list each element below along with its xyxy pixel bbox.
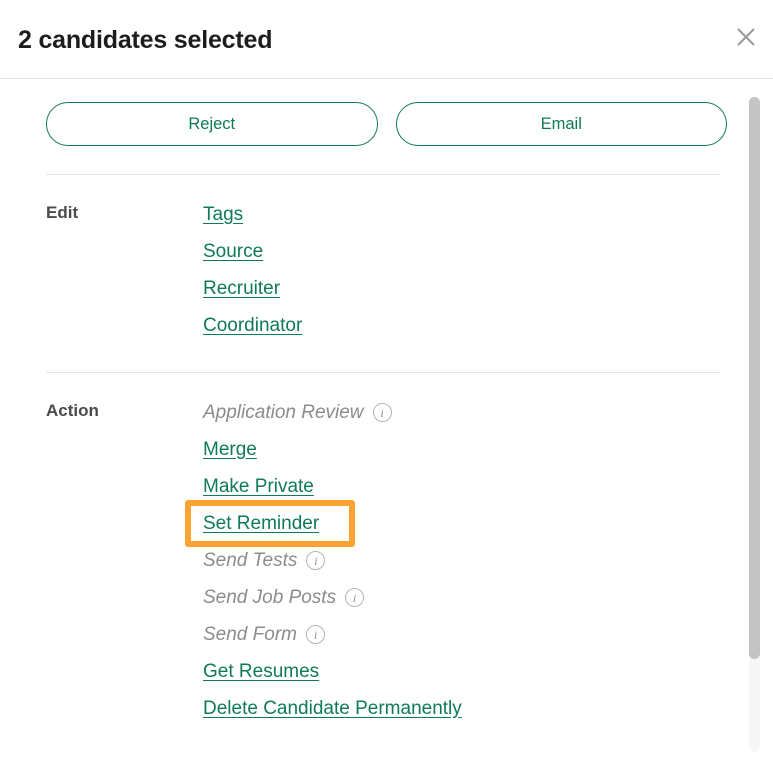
list-item[interactable]: Delete Candidate Permanently bbox=[203, 690, 727, 727]
panel-header: 2 candidates selected bbox=[0, 0, 773, 79]
section-edit: Edit Tags Source Recruiter Coordinator bbox=[0, 175, 773, 344]
action-item-set-reminder[interactable]: Set Reminder bbox=[203, 512, 319, 536]
section-action: Action Application Review i Merge Make P… bbox=[0, 373, 773, 727]
email-button[interactable]: Email bbox=[395, 102, 727, 146]
list-item[interactable]: Source bbox=[203, 233, 727, 270]
edit-item-recruiter[interactable]: Recruiter bbox=[203, 277, 280, 301]
action-item-application-review: Application Review bbox=[203, 401, 364, 423]
list-item[interactable]: Merge bbox=[203, 431, 727, 468]
info-icon[interactable]: i bbox=[345, 588, 365, 607]
list-item: Send Tests i bbox=[203, 542, 727, 579]
list-item: Send Form i bbox=[203, 616, 727, 653]
action-item-send-tests: Send Tests bbox=[203, 549, 298, 571]
action-item-send-job-posts: Send Job Posts bbox=[203, 586, 337, 608]
list-item[interactable]: Tags bbox=[203, 196, 727, 233]
action-item-send-form: Send Form bbox=[203, 623, 297, 645]
section-items-action: Application Review i Merge Make Private … bbox=[185, 373, 727, 727]
list-item[interactable]: Recruiter bbox=[203, 270, 727, 307]
scrollbar-thumb[interactable] bbox=[749, 97, 760, 659]
action-item-merge[interactable]: Merge bbox=[203, 438, 257, 462]
list-item: Send Job Posts i bbox=[203, 579, 727, 616]
panel-content: Reject Email Edit Tags Source Recruiter … bbox=[0, 79, 773, 727]
list-item[interactable]: Coordinator bbox=[203, 307, 727, 344]
action-item-delete-candidate-permanently[interactable]: Delete Candidate Permanently bbox=[203, 697, 462, 721]
info-icon[interactable]: i bbox=[305, 625, 325, 644]
primary-actions-row: Reject Email bbox=[0, 79, 773, 146]
section-items-edit: Tags Source Recruiter Coordinator bbox=[203, 175, 727, 344]
action-item-make-private[interactable]: Make Private bbox=[203, 475, 314, 499]
list-item[interactable]: Get Resumes bbox=[203, 653, 727, 690]
edit-item-coordinator[interactable]: Coordinator bbox=[203, 314, 302, 338]
close-button[interactable] bbox=[731, 22, 761, 52]
close-icon bbox=[735, 26, 757, 48]
section-label-edit: Edit bbox=[46, 203, 79, 222]
section-label-action: Action bbox=[46, 401, 99, 420]
edit-item-tags[interactable]: Tags bbox=[203, 203, 243, 227]
page-title: 2 candidates selected bbox=[18, 26, 273, 54]
info-icon[interactable]: i bbox=[306, 551, 326, 570]
list-item: Application Review i bbox=[203, 394, 727, 431]
list-item[interactable]: Make Private bbox=[203, 468, 727, 505]
panel-body: Reject Email Edit Tags Source Recruiter … bbox=[0, 79, 773, 770]
info-icon[interactable]: i bbox=[372, 403, 392, 422]
action-item-get-resumes[interactable]: Get Resumes bbox=[203, 660, 319, 684]
vertical-scrollbar[interactable] bbox=[749, 97, 760, 752]
reject-button[interactable]: Reject bbox=[46, 102, 378, 146]
list-item[interactable]: Set Reminder bbox=[185, 500, 727, 547]
edit-item-source[interactable]: Source bbox=[203, 240, 263, 264]
